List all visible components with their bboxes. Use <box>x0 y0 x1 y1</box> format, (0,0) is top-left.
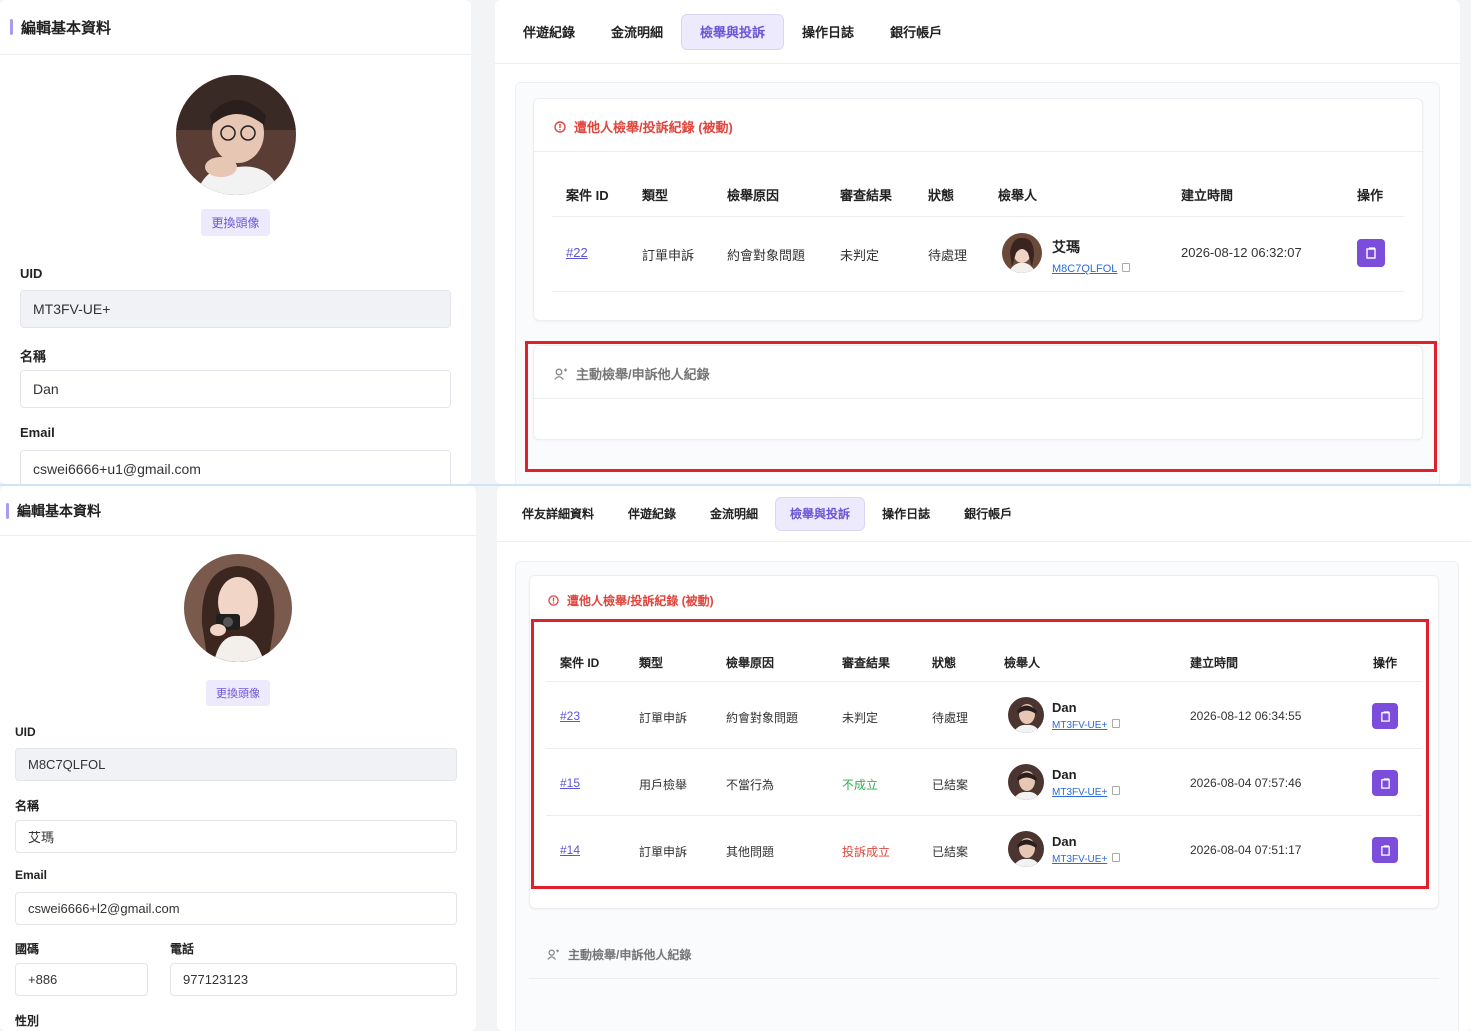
detail-panel: 伴友詳細資料 伴遊紀錄 金流明細 檢舉與投訴 操作日誌 銀行帳戶 遭他人檢舉/投… <box>497 486 1471 1031</box>
passive-section-title: 遭他人檢舉/投訴紀錄 (被動) <box>567 594 714 608</box>
col-actions: 操作 <box>1357 188 1384 203</box>
gender-label: 性別 <box>15 1014 40 1028</box>
col-status: 狀態 <box>928 188 955 203</box>
change-avatar-button[interactable]: 更換頭像 <box>201 209 270 236</box>
case-result: 未判定 <box>840 248 880 263</box>
name-field[interactable]: Dan <box>20 370 451 408</box>
uid-label: UID <box>15 725 36 739</box>
email-field[interactable]: cswei6666+u1@gmail.com <box>20 450 451 484</box>
case-id-link[interactable]: #22 <box>566 245 588 260</box>
uid-label: UID <box>20 266 43 281</box>
detail-panel: 伴遊紀錄 金流明細 檢舉與投訴 操作日誌 銀行帳戶 遭他人檢舉/投訴紀錄 (被動… <box>495 0 1460 484</box>
change-avatar-button[interactable]: 更換頭像 <box>206 680 270 706</box>
title-accent-bar <box>10 19 13 35</box>
col-created-at: 建立時間 <box>1181 188 1234 203</box>
uid-field: M8C7QLFOL <box>15 748 457 781</box>
col-reporter: 檢舉人 <box>998 188 1038 203</box>
user-avatar <box>175 75 296 195</box>
col-result: 審查結果 <box>840 188 893 203</box>
page-title: 編輯基本資料 <box>21 19 112 37</box>
tab-companion-records[interactable]: 伴遊紀錄 <box>505 14 593 50</box>
edit-profile-card: 編輯基本資料 更換頭像 UID M8C7QLFOL 名稱 艾瑪 Email cs… <box>0 486 476 1031</box>
page-title: 編輯基本資料 <box>17 502 101 519</box>
country-code-label: 國碼 <box>15 942 40 956</box>
card-header: 編輯基本資料 <box>0 486 476 536</box>
case-status: 待處理 <box>928 248 968 263</box>
bottom-screenshot: 編輯基本資料 更換頭像 UID M8C7QLFOL 名稱 艾瑪 Email cs… <box>0 486 1471 1031</box>
phone-label: 電話 <box>170 942 195 956</box>
passive-reports-section: 遭他人檢舉/投訴紀錄 (被動) 案件 ID 類型 檢舉原因 審查結果 狀態 檢舉… <box>533 98 1424 321</box>
highlight-box <box>531 619 1429 889</box>
email-label: Email <box>15 868 48 882</box>
tab-reports[interactable]: 檢舉與投訴 <box>775 496 866 531</box>
title-accent-bar <box>6 502 9 519</box>
col-case-id: 案件 ID <box>566 188 609 203</box>
case-reason: 約會對象問題 <box>727 248 806 263</box>
tab-companion-details[interactable]: 伴友詳細資料 <box>505 497 611 531</box>
uid-field: MT3FV-UE+ <box>20 290 451 328</box>
tab-bank-account[interactable]: 銀行帳戶 <box>872 14 960 50</box>
card-header: 編輯基本資料 <box>0 0 471 55</box>
tab-cash-flow[interactable]: 金流明細 <box>693 497 775 531</box>
passive-section-title: 遭他人檢舉/投訴紀錄 (被動) <box>574 120 733 135</box>
user-avatar <box>184 554 292 662</box>
reporter-avatar <box>1002 233 1042 273</box>
email-label: Email <box>20 425 55 440</box>
tab-bar: 伴遊紀錄 金流明細 檢舉與投訴 操作日誌 銀行帳戶 <box>495 0 1460 64</box>
phone-field[interactable]: 977123123 <box>170 963 457 996</box>
tab-companion-records[interactable]: 伴遊紀錄 <box>611 497 693 531</box>
name-label: 名稱 <box>15 799 40 813</box>
copy-icon[interactable] <box>1122 263 1131 273</box>
tab-operation-log[interactable]: 操作日誌 <box>784 14 872 50</box>
reporter-uid-link[interactable]: M8C7QLFOL <box>1052 263 1117 275</box>
view-case-button[interactable] <box>1357 239 1385 267</box>
col-type: 類型 <box>642 188 669 203</box>
edit-profile-card: 編輯基本資料 更換頭像 UID MT3FV-UE+ 名稱 Dan Email c… <box>0 0 471 484</box>
top-screenshot: 編輯基本資料 更換頭像 UID MT3FV-UE+ 名稱 Dan Email c… <box>0 0 1471 484</box>
col-reason: 檢舉原因 <box>727 188 780 203</box>
document-icon <box>1366 247 1376 259</box>
country-code-field[interactable]: +886 <box>15 963 148 996</box>
active-reports-section: 主動檢舉/申訴他人紀錄 <box>529 926 1439 1031</box>
tab-bank-account[interactable]: 銀行帳戶 <box>947 497 1029 531</box>
email-field[interactable]: cswei6666+l2@gmail.com <box>15 892 457 925</box>
reporter-name: 艾瑪 <box>1052 239 1080 255</box>
case-type: 訂單申訴 <box>642 248 695 263</box>
name-label: 名稱 <box>20 349 47 364</box>
highlight-box <box>525 341 1437 472</box>
alert-circle-icon <box>548 595 559 606</box>
tab-cash-flow[interactable]: 金流明細 <box>593 14 681 50</box>
name-field[interactable]: 艾瑪 <box>15 820 457 853</box>
active-section-title: 主動檢舉/申訴他人紀錄 <box>568 948 692 962</box>
tab-bar: 伴友詳細資料 伴遊紀錄 金流明細 檢舉與投訴 操作日誌 銀行帳戶 <box>497 486 1471 542</box>
alert-circle-icon <box>554 120 566 133</box>
tab-reports[interactable]: 檢舉與投訴 <box>681 13 785 50</box>
tab-operation-log[interactable]: 操作日誌 <box>865 497 947 531</box>
user-report-icon <box>547 949 559 960</box>
case-created-at: 2026-08-12 06:32:07 <box>1181 245 1302 260</box>
